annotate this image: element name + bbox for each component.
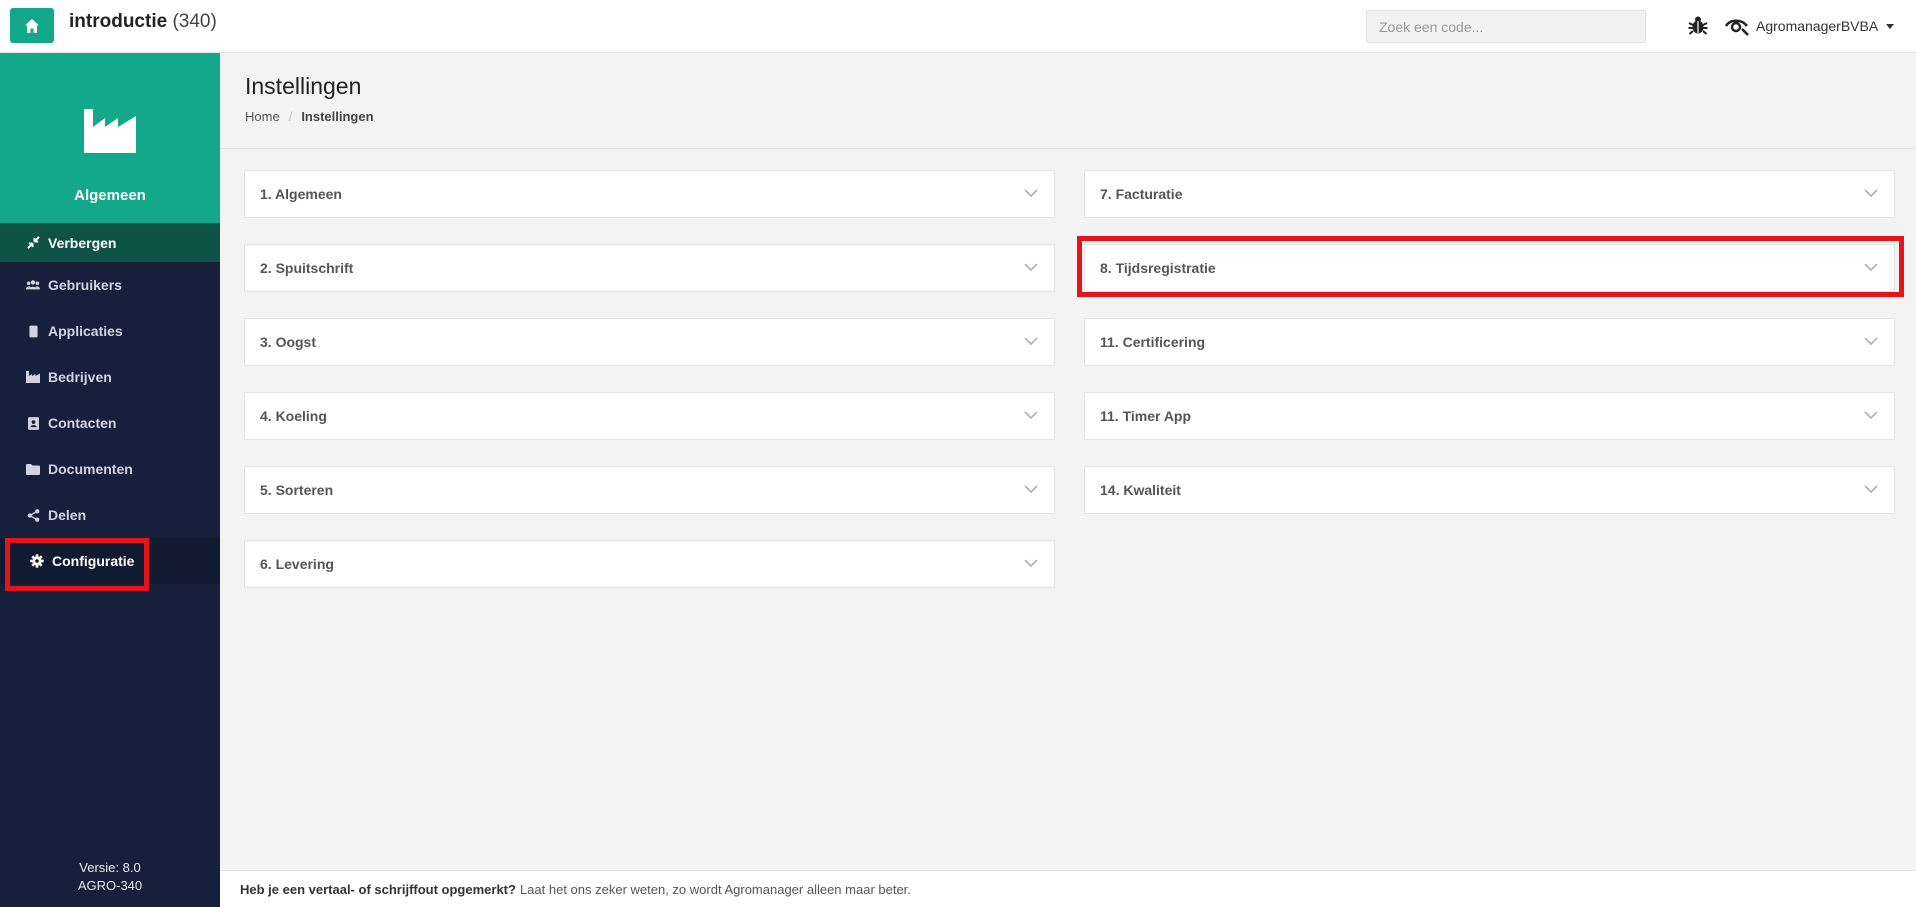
sidebar-hide-label: Verbergen xyxy=(48,234,117,251)
home-icon xyxy=(25,18,39,33)
chevron-down-icon xyxy=(1864,189,1878,198)
settings-panel-certificering[interactable]: 11. Certificering xyxy=(1084,318,1895,366)
share-icon xyxy=(26,508,40,522)
industry-icon xyxy=(26,370,40,384)
sidebar-item-label: Documenten xyxy=(48,461,133,477)
settings-panel-kwaliteit[interactable]: 14. Kwaliteit xyxy=(1084,466,1895,514)
version-info: Versie: 8.0 AGRO-340 xyxy=(0,859,220,895)
chevron-down-icon xyxy=(1024,559,1038,568)
app-title-count: (340) xyxy=(172,11,217,32)
settings-panel-spuitschrift[interactable]: 2. Spuitschrift xyxy=(244,244,1055,292)
version-number: Versie: 8.0 xyxy=(79,860,141,875)
page-title: Instellingen xyxy=(245,73,362,99)
version-code: AGRO-340 xyxy=(77,878,143,893)
sidebar-item-label: Delen xyxy=(48,507,87,523)
settings-panel-levering[interactable]: 6. Levering xyxy=(244,540,1055,588)
panel-title: 7. Facturatie xyxy=(1100,186,1183,202)
settings-panel-timer-app[interactable]: 11. Timer App xyxy=(1084,392,1895,440)
panel-title: 11. Certificering xyxy=(1100,334,1206,350)
caret-down-icon xyxy=(1886,23,1895,29)
sidebar: Algemeen Verbergen Gebruikers Applicatie… xyxy=(0,53,220,907)
home-button[interactable] xyxy=(10,8,54,43)
user-name: AgromanagerBVBA xyxy=(1756,18,1879,34)
sidebar-item-bedrijven[interactable]: Bedrijven xyxy=(0,354,220,400)
panel-title: 5. Sorteren xyxy=(260,482,334,498)
sidebar-item-gebruikers[interactable]: Gebruikers xyxy=(0,262,220,308)
panel-title: 1. Algemeen xyxy=(260,186,342,202)
settings-panel-koeling[interactable]: 4. Koeling xyxy=(244,392,1055,440)
factory-icon xyxy=(84,109,136,153)
compress-icon xyxy=(26,236,40,250)
folder-icon xyxy=(26,462,40,476)
settings-panel-sorteren[interactable]: 5. Sorteren xyxy=(244,466,1055,514)
panel-title: 8. Tijdsregistratie xyxy=(1100,260,1216,276)
settings-panel-oogst[interactable]: 3. Oogst xyxy=(244,318,1055,366)
sidebar-item-documenten[interactable]: Documenten xyxy=(0,446,220,492)
sidebar-item-label: Configuratie xyxy=(52,553,135,569)
sidebar-item-applicaties[interactable]: Applicaties xyxy=(0,308,220,354)
breadcrumb-current: Instellingen xyxy=(301,109,374,124)
sidebar-item-contacten[interactable]: Contacten xyxy=(0,400,220,446)
chevron-down-icon xyxy=(1024,189,1038,198)
footer-question: Heb je een vertaal- of schrijffout opgem… xyxy=(240,881,516,897)
app-title-name: introductie xyxy=(69,11,168,32)
chevron-down-icon xyxy=(1864,411,1878,420)
chevron-down-icon xyxy=(1024,485,1038,494)
breadcrumb: Home / Instellingen xyxy=(245,109,374,124)
breadcrumb-separator: / xyxy=(288,109,293,124)
sidebar-item-label: Bedrijven xyxy=(48,369,112,385)
panel-title: 11. Timer App xyxy=(1100,408,1192,424)
chevron-down-icon xyxy=(1864,337,1878,346)
address-book-icon xyxy=(26,416,40,430)
users-icon xyxy=(26,278,40,292)
chevron-down-icon xyxy=(1864,485,1878,494)
gear-icon xyxy=(30,554,44,568)
eye-icon xyxy=(1724,19,1749,36)
panel-title: 3. Oogst xyxy=(260,334,317,350)
bug-icon[interactable] xyxy=(1687,14,1709,36)
top-bar: introductie (340) AgromanagerBVBA xyxy=(0,0,1916,53)
footer-text: Laat het ons zeker weten, zo wordt Agrom… xyxy=(519,881,911,897)
chevron-down-icon xyxy=(1864,263,1878,272)
footer: Heb je een vertaal- of schrijffout opgem… xyxy=(220,870,1916,907)
panel-title: 14. Kwaliteit xyxy=(1100,482,1181,498)
chevron-down-icon xyxy=(1024,411,1038,420)
settings-panel-facturatie[interactable]: 7. Facturatie xyxy=(1084,170,1895,218)
sidebar-header-label: Algemeen xyxy=(74,187,146,204)
sidebar-item-delen[interactable]: Delen xyxy=(0,492,220,538)
panel-title: 6. Levering xyxy=(260,556,334,572)
panel-title: 2. Spuitschrift xyxy=(260,260,354,276)
settings-panel-tijdsregistratie[interactable]: 8. Tijdsregistratie xyxy=(1084,244,1895,292)
sidebar-item-label: Applicaties xyxy=(48,323,123,339)
page-header: Instellingen Home / Instellingen xyxy=(220,53,1916,149)
mobile-icon xyxy=(26,324,40,338)
sidebar-item-label: Gebruikers xyxy=(48,277,122,293)
sidebar-item-configuratie[interactable]: Configuratie xyxy=(0,538,220,584)
settings-panel-algemeen[interactable]: 1. Algemeen xyxy=(244,170,1055,218)
chevron-down-icon xyxy=(1024,263,1038,272)
breadcrumb-home[interactable]: Home xyxy=(245,109,280,124)
panel-title: 4. Koeling xyxy=(260,408,327,424)
sidebar-hide-button[interactable]: Verbergen xyxy=(0,223,220,262)
search-input[interactable] xyxy=(1366,10,1646,43)
app-title: introductie (340) xyxy=(69,11,217,33)
sidebar-item-label: Contacten xyxy=(48,415,117,431)
user-menu[interactable]: AgromanagerBVBA xyxy=(1724,14,1895,38)
chevron-down-icon xyxy=(1024,337,1038,346)
sidebar-header: Algemeen xyxy=(0,53,220,223)
